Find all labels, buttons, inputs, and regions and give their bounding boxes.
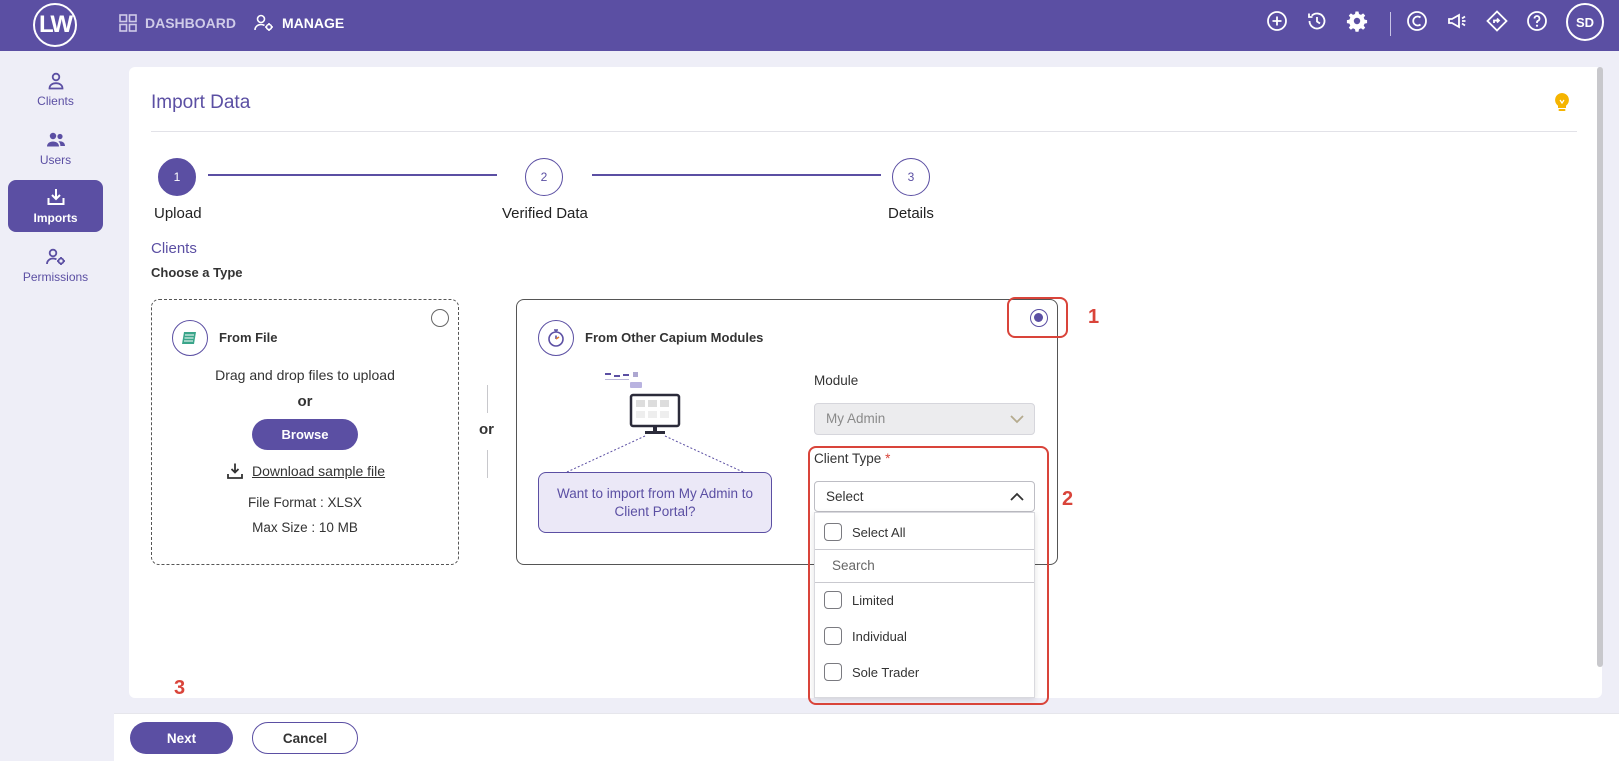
app-logo[interactable]: LW [33, 3, 77, 47]
from-file-title: From File [219, 330, 278, 345]
from-file-radio[interactable] [431, 309, 449, 327]
or-text: or [297, 393, 313, 410]
step-3-circle: 3 [892, 158, 930, 196]
stopwatch-icon [538, 320, 574, 356]
person-icon [48, 72, 63, 90]
directions-icon[interactable] [1486, 10, 1508, 32]
browse-button[interactable]: Browse [252, 419, 358, 450]
step-3-label: Details [888, 205, 934, 222]
grid-icon [119, 14, 137, 32]
computer-illustration-icon [566, 372, 744, 473]
sidebar-item-clients[interactable]: Clients [8, 64, 103, 116]
file-format-text: File Format : XLSX [247, 495, 363, 510]
title-divider [151, 131, 1577, 132]
annotation-number-3: 3 [174, 677, 186, 699]
step-1-label: Upload [154, 205, 202, 222]
annotation-number-2: 2 [1062, 488, 1074, 510]
announcement-icon[interactable] [1446, 10, 1468, 32]
section-subtitle: Choose a Type [151, 265, 243, 280]
nav-dashboard-label: DASHBOARD [145, 15, 236, 31]
sidebar-item-label: Users [39, 153, 72, 167]
from-modules-title: From Other Capium Modules [585, 330, 764, 345]
download-sample-link[interactable]: Download sample file [226, 462, 385, 480]
annotation-box-2 [808, 446, 1049, 705]
cancel-button[interactable]: Cancel [252, 722, 358, 754]
annotation-box-1 [1007, 297, 1068, 338]
scrollbar[interactable] [1597, 67, 1603, 667]
import-icon [47, 189, 64, 205]
step-connector [208, 174, 497, 176]
step-2-circle: 2 [525, 158, 563, 196]
sidebar-item-imports[interactable]: Imports [8, 180, 103, 232]
or-divider-top [487, 385, 488, 413]
user-gear-icon [254, 14, 273, 31]
nav-manage-label: MANAGE [282, 15, 345, 31]
section-title: Clients [151, 240, 197, 257]
nav-manage[interactable]: MANAGE [254, 14, 344, 32]
sidebar-item-label: Imports [33, 211, 78, 225]
history-icon[interactable] [1306, 10, 1328, 32]
lightbulb-icon[interactable] [1553, 92, 1571, 119]
step-1-circle: 1 [158, 158, 196, 196]
topbar-separator [1390, 12, 1391, 36]
annotation-number-1: 1 [1088, 306, 1100, 328]
import-info-bubble: Want to import from My Admin to Client P… [538, 472, 772, 533]
page-title: Import Data [151, 92, 251, 113]
top-navbar: LW DASHBOARD MANAGE SD [0, 0, 1619, 51]
add-circle-icon[interactable] [1266, 10, 1288, 32]
sidebar-item-label: Clients [37, 94, 74, 108]
or-divider-bottom [487, 450, 488, 478]
module-label: Module [814, 373, 859, 388]
drag-drop-text: Drag and drop files to upload [215, 367, 395, 383]
or-divider-text: or [479, 421, 494, 438]
user-avatar[interactable]: SD [1566, 3, 1604, 41]
download-icon [227, 463, 243, 479]
user-key-icon [45, 248, 65, 265]
nav-dashboard[interactable]: DASHBOARD [119, 14, 236, 32]
sidebar-item-users[interactable]: Users [8, 123, 103, 175]
sidebar: Clients Users Imports Permissions [0, 51, 114, 761]
sidebar-item-label: Permissions [22, 270, 89, 284]
step-2-label: Verified Data [502, 205, 588, 222]
settings-icon[interactable] [1346, 10, 1368, 32]
chevron-down-icon [1010, 415, 1024, 424]
max-size-text: Max Size : 10 MB [252, 520, 358, 535]
module-select: My Admin [814, 403, 1035, 435]
users-icon [46, 132, 65, 147]
next-button[interactable]: Next [130, 722, 233, 754]
capium-icon[interactable] [1406, 10, 1428, 32]
spreadsheet-icon [172, 320, 208, 356]
download-sample-label: Download sample file [252, 463, 386, 479]
sidebar-item-permissions[interactable]: Permissions [8, 240, 103, 292]
help-icon[interactable] [1526, 10, 1548, 32]
step-connector [592, 174, 881, 176]
module-value: My Admin [826, 411, 886, 426]
